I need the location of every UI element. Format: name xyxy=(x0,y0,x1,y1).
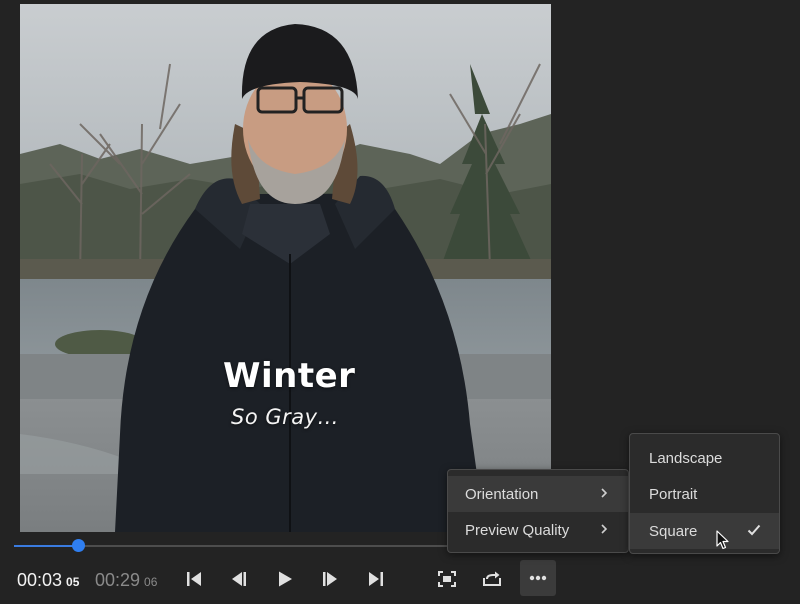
step-back-icon xyxy=(232,572,246,586)
more-options-icon xyxy=(529,575,547,581)
chevron-right-icon xyxy=(601,488,608,498)
timeline-scrubber[interactable] xyxy=(14,539,454,552)
fit-frame-button[interactable] xyxy=(430,562,464,596)
export-share-icon xyxy=(483,571,501,586)
go-to-end-button[interactable] xyxy=(359,562,393,596)
go-to-end-icon xyxy=(369,572,383,586)
more-options-button[interactable] xyxy=(520,560,556,596)
checkmark-icon xyxy=(747,524,761,536)
step-forward-button[interactable] xyxy=(313,562,347,596)
total-time-frames: 06 xyxy=(144,575,158,589)
total-time-value: 00:29 xyxy=(95,570,141,590)
step-back-button[interactable] xyxy=(222,562,256,596)
menu-item-portrait[interactable]: Portrait xyxy=(630,476,779,512)
play-button[interactable] xyxy=(268,562,302,596)
chevron-right-icon xyxy=(601,524,608,534)
video-frame-image xyxy=(20,4,551,532)
orientation-submenu: Landscape Portrait Square xyxy=(629,433,780,554)
fit-frame-icon xyxy=(438,571,456,587)
more-options-menu: Orientation Preview Quality xyxy=(447,469,629,553)
video-preview: Winter So Gray… xyxy=(20,4,551,532)
menu-item-label: Square xyxy=(649,522,698,540)
title-overlay-text: Winter xyxy=(223,356,356,396)
menu-item-landscape[interactable]: Landscape xyxy=(630,440,779,476)
step-forward-icon xyxy=(323,572,337,586)
menu-item-preview-quality[interactable]: Preview Quality xyxy=(448,512,628,548)
go-to-start-icon xyxy=(187,572,201,586)
menu-item-label: Preview Quality xyxy=(465,521,570,539)
playhead-handle[interactable] xyxy=(72,539,86,552)
menu-item-label: Portrait xyxy=(649,485,698,503)
current-time: 00:03 05 xyxy=(17,570,79,592)
go-to-start-button[interactable] xyxy=(177,562,211,596)
play-icon xyxy=(279,571,292,587)
total-time: 00:29 06 xyxy=(95,570,157,592)
menu-item-square[interactable]: Square xyxy=(630,513,779,549)
menu-item-orientation[interactable]: Orientation xyxy=(448,476,628,512)
export-share-button[interactable] xyxy=(475,562,509,596)
menu-item-label: Landscape xyxy=(649,449,723,467)
current-time-frames: 05 xyxy=(66,575,80,589)
menu-item-label: Orientation xyxy=(465,485,539,503)
subtitle-overlay-text: So Gray… xyxy=(231,405,340,429)
current-time-value: 00:03 xyxy=(17,570,63,590)
timeline-progress xyxy=(14,545,79,547)
mouse-cursor-icon xyxy=(716,530,729,550)
